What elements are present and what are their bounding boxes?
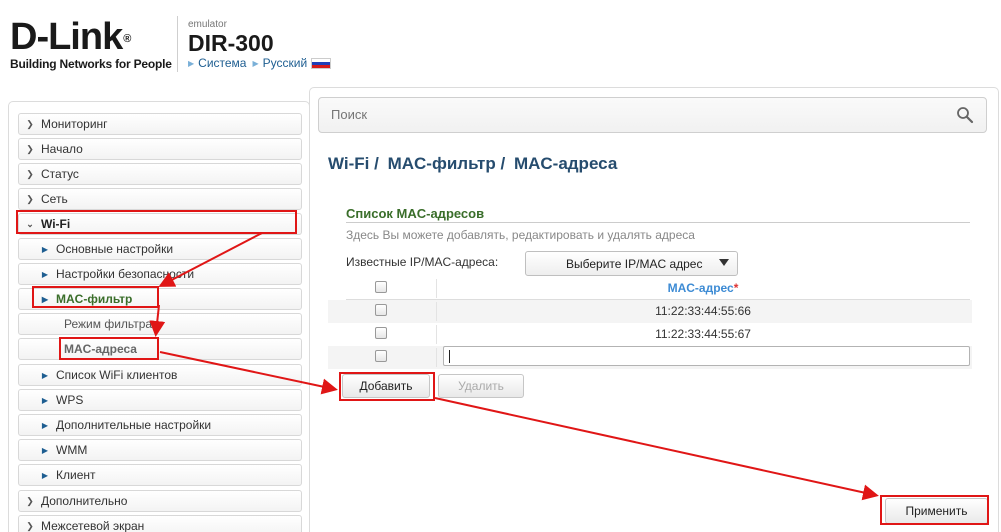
table-header-row: MAC-адрес* <box>328 277 972 300</box>
select-all-checkbox[interactable] <box>375 281 387 293</box>
logo-tagline: Building Networks for People <box>10 57 172 71</box>
expand-circle-icon: ❯ <box>26 495 34 506</box>
sidebar-item-client[interactable]: ▶ Клиент <box>18 464 302 486</box>
row-checkbox[interactable] <box>375 327 387 339</box>
chevron-right-icon: ▶ <box>41 470 49 480</box>
system-menu-link[interactable]: Система <box>198 56 246 70</box>
device-model: DIR-300 <box>188 30 274 56</box>
chevron-right-icon: ▶ <box>41 269 49 279</box>
logo-text: D-Link <box>10 16 123 58</box>
sidebar-item-wmm[interactable]: ▶ WMM <box>18 439 302 461</box>
sidebar-item-start[interactable]: ❯ Начало <box>18 138 302 160</box>
known-addresses-select[interactable]: Выберите IP/MAC адрес <box>525 251 738 276</box>
sidebar-item-status[interactable]: ❯ Статус <box>18 163 302 185</box>
expand-circle-icon: ❯ <box>26 118 34 129</box>
expand-circle-icon: ❯ <box>26 168 34 179</box>
annotation-box-add <box>339 372 435 401</box>
chevron-right-icon: ▶ <box>41 420 49 430</box>
section-description: Здесь Вы можете добавлять, редактировать… <box>346 228 695 242</box>
header-links: ▶ Система ▶ Русский <box>188 56 332 70</box>
row-checkbox[interactable] <box>375 304 387 316</box>
search-icon[interactable] <box>956 106 974 124</box>
breadcrumb-wifi[interactable]: Wi-Fi / <box>328 154 379 173</box>
expand-circle-icon: ❯ <box>26 520 34 531</box>
sidebar-item-advanced[interactable]: ❯ Дополнительно <box>18 490 302 512</box>
search-input[interactable] <box>331 107 931 122</box>
annotation-box-mac-filter <box>32 286 159 308</box>
sidebar-item-advanced-settings[interactable]: ▶ Дополнительные настройки <box>18 414 302 436</box>
section-title: Список MAC-адресов <box>346 206 485 221</box>
dlink-logo: D-Link® Building Networks for People <box>10 18 172 71</box>
required-mark: * <box>733 281 739 295</box>
breadcrumb-mac-addresses: MAC-адреса <box>513 154 618 173</box>
mac-address-value: 11:22:33:44:55:66 <box>655 304 751 318</box>
logo-registered-mark: ® <box>123 33 131 45</box>
known-addresses-select-value: Выберите IP/MAC адрес <box>566 256 703 271</box>
mac-column-header: MAC-адрес* <box>667 281 739 295</box>
triangle-right-icon: ▶ <box>188 58 195 68</box>
sidebar-item-basic-settings[interactable]: ▶ Основные настройки <box>18 238 302 260</box>
row-checkbox[interactable] <box>375 350 387 362</box>
mac-address-value: 11:22:33:44:55:67 <box>655 327 751 341</box>
annotation-box-apply <box>880 495 989 525</box>
language-menu-link[interactable]: Русский <box>263 56 308 70</box>
breadcrumb: Wi-Fi / MAC-фильтр / MAC-адреса <box>328 154 621 174</box>
table-row[interactable]: 11:22:33:44:55:67 <box>328 323 972 346</box>
annotation-box-wifi <box>16 210 297 234</box>
search-box[interactable] <box>318 97 987 133</box>
sidebar-item-wifi-clients[interactable]: ▶ Список WiFi клиентов <box>18 364 302 386</box>
emulator-label: emulator <box>188 19 227 30</box>
expand-circle-icon: ❯ <box>26 143 34 154</box>
russian-flag-icon <box>311 57 332 69</box>
sidebar-item-firewall[interactable]: ❯ Межсетевой экран <box>18 515 302 532</box>
sidebar-item-monitoring[interactable]: ❯ Мониторинг <box>18 113 302 135</box>
delete-button[interactable]: Удалить <box>438 374 524 398</box>
table-row[interactable]: 11:22:33:44:55:66 <box>328 300 972 323</box>
table-row-new <box>328 346 972 369</box>
sidebar-item-filter-mode[interactable]: Режим фильтра <box>18 313 302 335</box>
new-mac-input[interactable] <box>443 346 970 366</box>
chevron-right-icon: ▶ <box>41 370 49 380</box>
chevron-right-icon: ▶ <box>41 445 49 455</box>
known-addresses-label: Известные IP/MAC-адреса: <box>346 255 499 269</box>
section-divider <box>346 222 970 223</box>
sidebar-item-network[interactable]: ❯ Сеть <box>18 188 302 210</box>
triangle-right-icon: ▶ <box>252 58 259 68</box>
router-admin-page: D-Link® Building Networks for People emu… <box>0 0 1001 532</box>
text-cursor <box>449 350 450 363</box>
breadcrumb-mac-filter[interactable]: MAC-фильтр / <box>388 154 506 173</box>
annotation-box-mac-addresses <box>59 337 159 360</box>
sidebar-item-wps[interactable]: ▶ WPS <box>18 389 302 411</box>
sidebar-item-security-settings[interactable]: ▶ Настройки безопасности <box>18 263 302 285</box>
caret-down-icon <box>719 259 729 266</box>
chevron-right-icon: ▶ <box>41 395 49 405</box>
expand-circle-icon: ❯ <box>26 193 34 204</box>
header-divider <box>177 16 178 72</box>
chevron-right-icon: ▶ <box>41 244 49 254</box>
